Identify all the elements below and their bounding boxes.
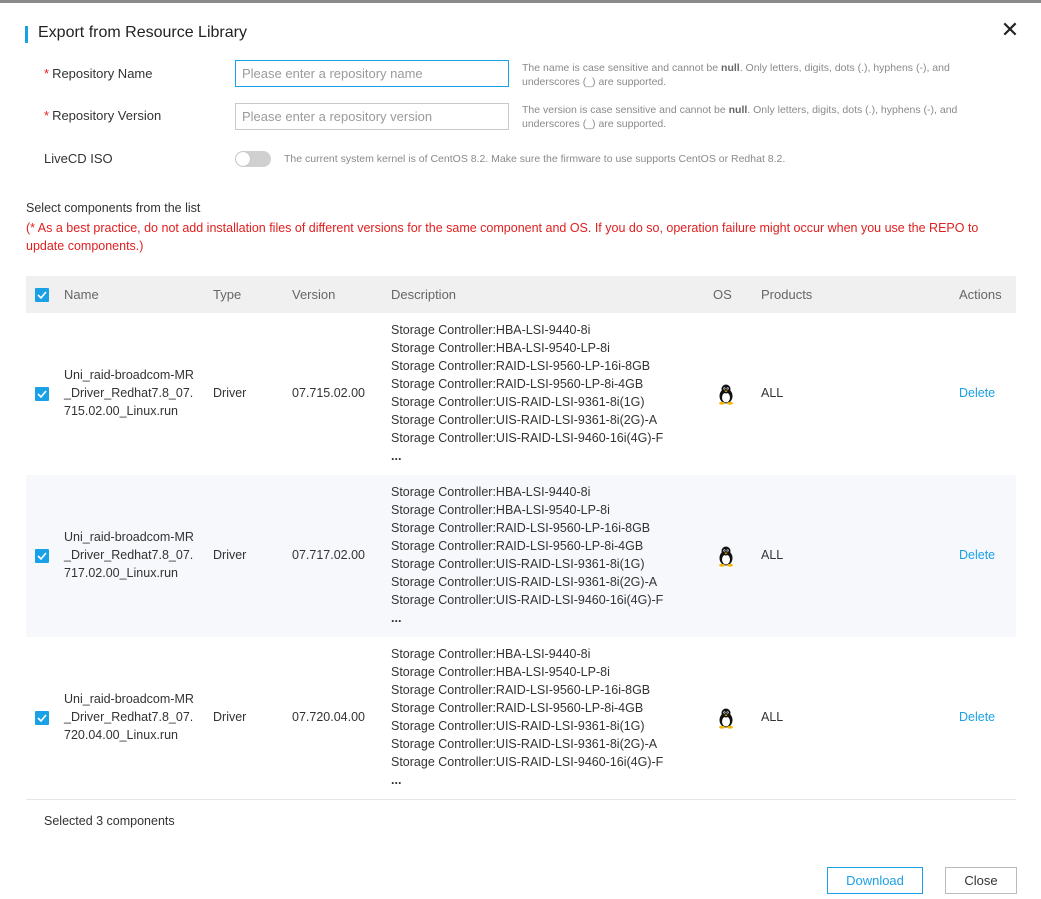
description-line: Storage Controller:UIS-RAID-LSI-9361-8i(… <box>391 413 658 427</box>
component-version: 07.717.02.00 <box>292 548 365 562</box>
description-line: Storage Controller:HBA-LSI-9540-LP-8i <box>391 503 610 517</box>
close-icon[interactable]: ✕ <box>999 18 1021 42</box>
linux-penguin-icon <box>715 707 737 729</box>
column-header-description: Description <box>391 287 457 302</box>
component-name: Uni_raid-broadcom-MR_Driver_Redhat7.8_07… <box>64 530 194 580</box>
delete-link[interactable]: Delete <box>959 548 995 562</box>
row-checkbox[interactable] <box>35 549 49 563</box>
component-type: Driver <box>213 710 247 724</box>
table-row: Uni_raid-broadcom-MR_Driver_Redhat7.8_07… <box>26 313 1016 475</box>
close-button[interactable]: Close <box>945 867 1017 894</box>
repository-version-label: * Repository Version <box>44 108 161 123</box>
description-line: Storage Controller:HBA-LSI-9440-8i <box>391 323 591 337</box>
row-checkbox[interactable] <box>35 711 49 725</box>
livecd-iso-hint: The current system kernel is of CentOS 8… <box>284 153 786 165</box>
delete-link[interactable]: Delete <box>959 710 995 724</box>
description-line: Storage Controller:UIS-RAID-LSI-9361-8i(… <box>391 575 658 589</box>
description-line: Storage Controller:UIS-RAID-LSI-9361-8i(… <box>391 737 658 751</box>
component-products: ALL <box>761 548 784 562</box>
description-more: ... <box>391 449 402 463</box>
linux-penguin-icon <box>715 383 737 405</box>
table-row: Uni_raid-broadcom-MR_Driver_Redhat7.8_07… <box>26 637 1016 799</box>
description-line: Storage Controller:RAID-LSI-9560-LP-16i-… <box>391 683 651 697</box>
component-description: Storage Controller:HBA-LSI-9440-8i Storag… <box>391 483 691 627</box>
description-more: ... <box>391 773 402 787</box>
component-type: Driver <box>213 386 247 400</box>
table-bottom-divider <box>26 799 1016 800</box>
download-button[interactable]: Download <box>827 867 923 894</box>
required-mark: * <box>44 66 50 81</box>
repository-name-label: * Repository Name <box>44 66 153 81</box>
description-line: Storage Controller:RAID-LSI-9560-LP-16i-… <box>391 521 651 535</box>
selected-components-count: Selected 3 components <box>44 814 175 828</box>
components-section-title: Select components from the list <box>26 201 201 215</box>
repository-name-input[interactable] <box>235 60 509 87</box>
description-line: Storage Controller:RAID-LSI-9560-LP-8i-4… <box>391 377 644 391</box>
repository-version-hint: The version is case sensitive and cannot… <box>522 104 958 130</box>
column-header-name: Name <box>64 287 99 302</box>
component-description: Storage Controller:HBA-LSI-9440-8i Storag… <box>391 645 691 789</box>
description-line: Storage Controller:UIS-RAID-LSI-9361-8i(… <box>391 557 645 571</box>
description-line: Storage Controller:UIS-RAID-LSI-9361-8i(… <box>391 395 645 409</box>
description-line: Storage Controller:HBA-LSI-9540-LP-8i <box>391 665 610 679</box>
description-line: Storage Controller:HBA-LSI-9440-8i <box>391 647 591 661</box>
component-products: ALL <box>761 386 784 400</box>
delete-link[interactable]: Delete <box>959 386 995 400</box>
top-border <box>0 0 1041 3</box>
description-line: Storage Controller:RAID-LSI-9560-LP-16i-… <box>391 359 651 373</box>
repository-version-input[interactable] <box>235 103 509 130</box>
livecd-iso-label: LiveCD ISO <box>44 151 113 166</box>
column-header-products: Products <box>761 287 813 302</box>
row-checkbox[interactable] <box>35 387 49 401</box>
toggle-knob <box>236 152 250 166</box>
component-description: Storage Controller:HBA-LSI-9440-8i Storag… <box>391 321 691 465</box>
component-name: Uni_raid-broadcom-MR_Driver_Redhat7.8_07… <box>64 692 194 742</box>
column-header-type: Type <box>213 287 242 302</box>
title-accent-bar <box>25 26 28 43</box>
table-header: Name Type Version Description OS Product… <box>26 276 1016 313</box>
table-row: Uni_raid-broadcom-MR_Driver_Redhat7.8_07… <box>26 475 1016 637</box>
description-line: Storage Controller:RAID-LSI-9560-LP-8i-4… <box>391 539 644 553</box>
component-name: Uni_raid-broadcom-MR_Driver_Redhat7.8_07… <box>64 368 194 418</box>
linux-penguin-icon <box>715 545 737 567</box>
description-line: Storage Controller:UIS-RAID-LSI-9460-16i… <box>391 755 664 769</box>
components-warning: (* As a best practice, do not add instal… <box>26 221 979 253</box>
column-header-actions: Actions <box>959 287 1002 302</box>
select-all-checkbox[interactable] <box>35 288 49 302</box>
column-header-version: Version <box>292 287 336 302</box>
repository-name-label-text: Repository Name <box>52 66 153 81</box>
description-line: Storage Controller:UIS-RAID-LSI-9361-8i(… <box>391 719 645 733</box>
column-header-os: OS <box>713 287 732 302</box>
component-products: ALL <box>761 710 784 724</box>
component-version: 07.715.02.00 <box>292 386 365 400</box>
component-type: Driver <box>213 548 247 562</box>
description-more: ... <box>391 611 402 625</box>
description-line: Storage Controller:UIS-RAID-LSI-9460-16i… <box>391 431 664 445</box>
description-line: Storage Controller:HBA-LSI-9440-8i <box>391 485 591 499</box>
description-line: Storage Controller:HBA-LSI-9540-LP-8i <box>391 341 610 355</box>
livecd-iso-toggle[interactable] <box>235 151 271 167</box>
repository-version-label-text: Repository Version <box>52 108 162 123</box>
dialog-title: Export from Resource Library <box>38 24 247 41</box>
component-version: 07.720.04.00 <box>292 710 365 724</box>
description-line: Storage Controller:UIS-RAID-LSI-9460-16i… <box>391 593 664 607</box>
required-mark: * <box>44 108 50 123</box>
repository-name-hint: The name is case sensitive and cannot be… <box>522 62 950 88</box>
description-line: Storage Controller:RAID-LSI-9560-LP-8i-4… <box>391 701 644 715</box>
